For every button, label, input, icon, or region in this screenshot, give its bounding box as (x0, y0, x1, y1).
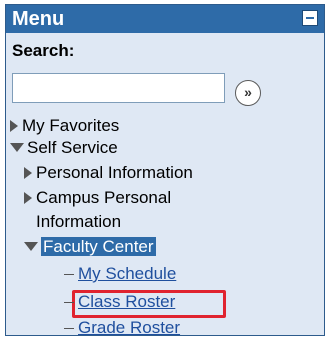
tree-item-label: Information (36, 212, 122, 231)
dash-icon (64, 302, 74, 304)
tree-item-faculty-center[interactable]: Faculty Center (24, 236, 156, 258)
triangle-down-icon (24, 242, 38, 252)
menu-header: Menu (6, 5, 324, 33)
tree-item-label: Campus Personal (36, 188, 172, 207)
triangle-right-icon (10, 119, 18, 132)
triangle-right-icon (24, 166, 32, 179)
my-schedule-link[interactable]: My Schedule (78, 264, 176, 283)
tree-item-label: Self Service (27, 138, 118, 157)
tree-item-label: My Favorites (22, 116, 120, 135)
dash-icon (64, 328, 74, 330)
tree-item-personal-information[interactable]: Personal Information (24, 162, 193, 184)
triangle-right-icon (24, 191, 32, 204)
tree-item-label-selected: Faculty Center (41, 237, 156, 256)
tree-item-campus-personal-information[interactable]: Campus Personal (24, 187, 171, 209)
grade-roster-link[interactable]: Grade Roster (78, 318, 180, 335)
menu-body: Search: » My Favorites Self Service Pers… (6, 33, 324, 335)
tree-item-my-schedule[interactable]: My Schedule (64, 263, 176, 285)
tree-item-campus-personal-information-line2[interactable]: Information (36, 211, 121, 233)
triangle-down-icon (10, 143, 24, 153)
minus-icon (306, 17, 314, 19)
tree-item-class-roster[interactable]: Class Roster (64, 291, 175, 313)
tree-item-grade-roster[interactable]: Grade Roster (64, 317, 180, 335)
tree-item-label: Personal Information (36, 163, 193, 182)
search-go-button[interactable]: » (235, 80, 261, 106)
search-input[interactable] (12, 73, 225, 103)
search-label: Search: (12, 41, 75, 60)
tree-item-my-favorites[interactable]: My Favorites (10, 115, 119, 137)
collapse-menu-button[interactable] (302, 10, 318, 26)
dash-icon (64, 274, 74, 276)
class-roster-link[interactable]: Class Roster (78, 292, 175, 311)
menu-panel: Menu Search: » My Favorites Self Service… (5, 4, 325, 336)
double-chevron-right-icon: » (244, 84, 252, 100)
menu-title: Menu (12, 8, 65, 30)
tree-item-self-service[interactable]: Self Service (10, 137, 118, 159)
